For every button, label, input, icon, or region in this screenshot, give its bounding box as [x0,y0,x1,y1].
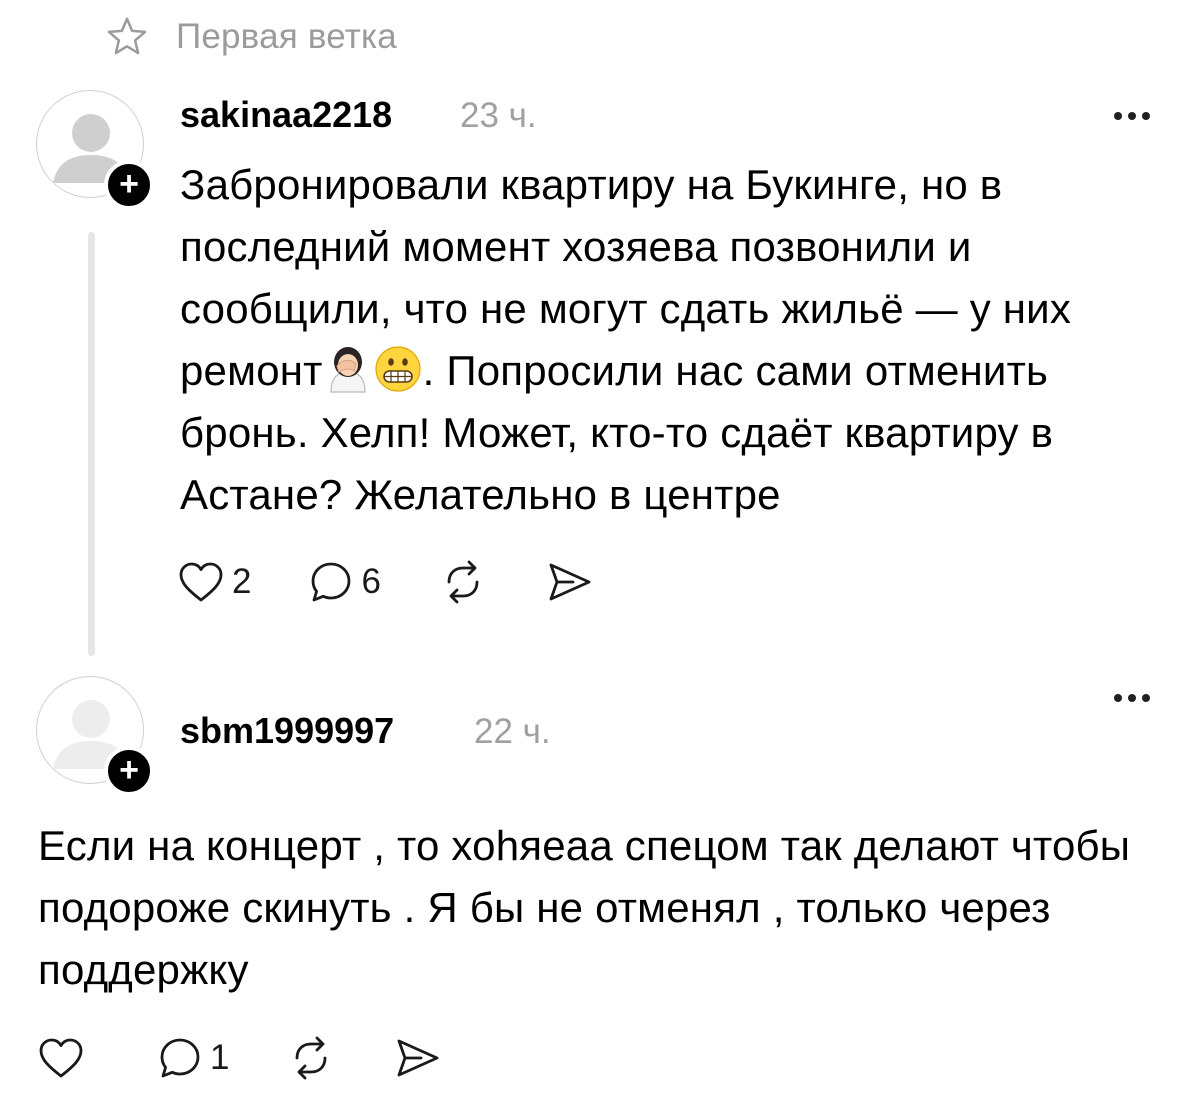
post-actions: 1 [38,1036,499,1080]
follow-button[interactable]: + [104,160,154,210]
grimacing-face-icon [374,346,421,392]
heart-icon [179,562,223,602]
like-button[interactable] [38,1037,92,1079]
more-options-icon[interactable] [1114,694,1150,702]
more-options-icon[interactable] [1114,112,1150,120]
repost-button[interactable] [287,1036,335,1080]
username[interactable]: sakinaa2218 [180,94,392,136]
repost-icon [296,1036,327,1080]
thread-title: Первая ветка [176,17,397,56]
like-count: 2 [232,562,252,601]
follow-button[interactable]: + [104,746,154,796]
share-button[interactable] [545,560,593,604]
timestamp: 23 ч. [460,96,537,135]
woman-facepalming-icon [329,347,366,393]
heart-icon [39,1038,83,1078]
like-button[interactable]: 2 [178,561,251,603]
post-text: Забронировали квартиру на Букинге, но в … [180,161,1072,518]
send-icon [549,563,591,601]
thread-line [88,232,95,656]
star-icon[interactable] [104,14,150,60]
timestamp: 22 ч. [474,712,551,751]
comment-button[interactable]: 1 [158,1036,229,1080]
plus-icon: + [119,751,139,789]
username[interactable]: sbm1999997 [180,710,394,752]
comment-count: 1 [210,1038,230,1077]
post-text: Если на концерт , то хоһяеаа спецом так … [38,822,1131,993]
comment-count: 6 [361,562,381,601]
comment-bubble-icon [312,562,351,602]
send-icon [398,1039,439,1077]
comment-button[interactable]: 6 [309,560,381,604]
repost-icon [447,560,479,604]
plus-icon: + [119,165,139,203]
share-button[interactable] [393,1036,441,1080]
comment-bubble-icon [160,1038,200,1078]
repost-button[interactable] [439,560,487,604]
thread-header: Первая ветка [104,14,397,60]
post-actions: 2 6 [178,560,651,604]
